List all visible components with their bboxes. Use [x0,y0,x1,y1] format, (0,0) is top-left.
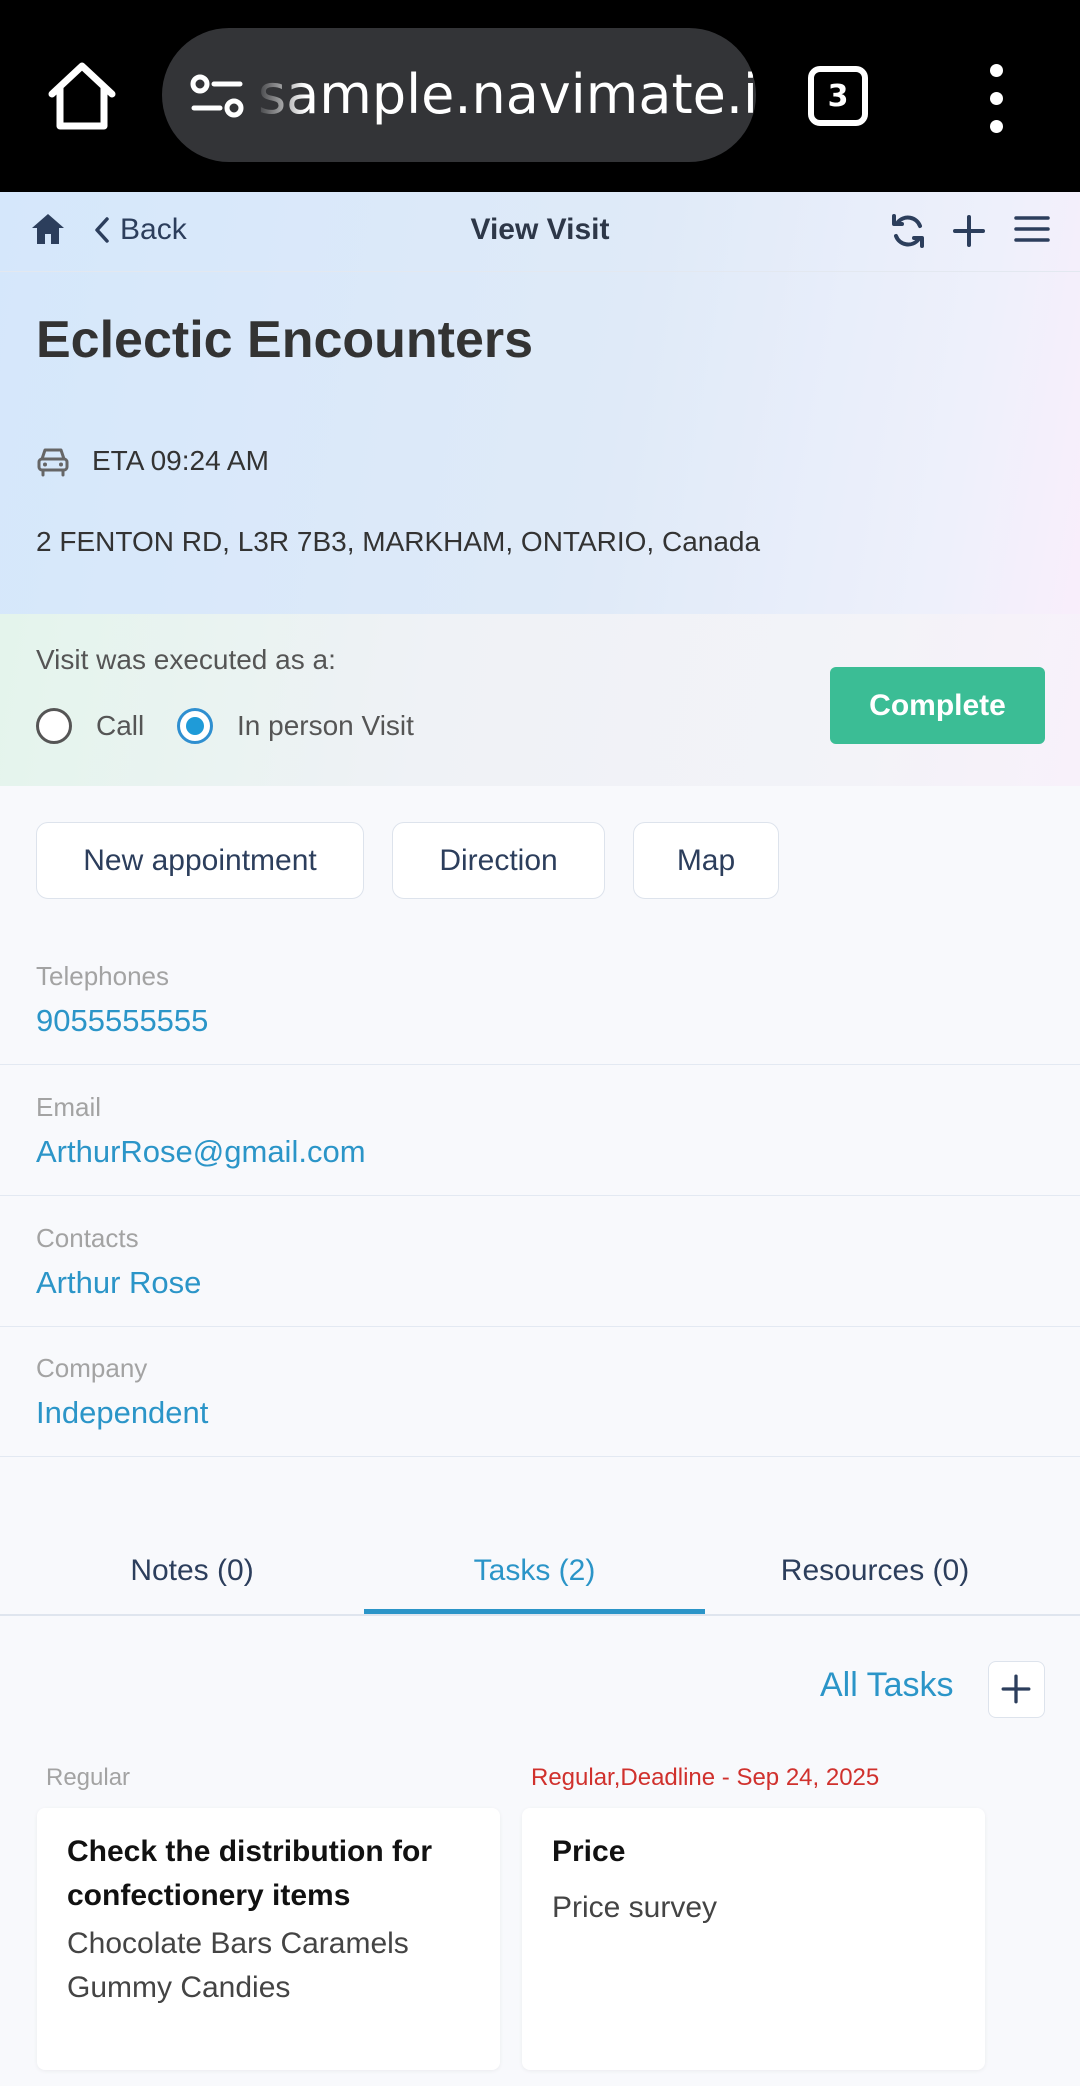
tab-notes[interactable]: Notes (0) [0,1546,384,1596]
contacts-field: Contacts Arthur Rose [0,1197,1080,1327]
task-card[interactable]: Price Price survey [522,1808,985,2070]
site-settings-icon[interactable] [190,72,246,120]
direction-button[interactable]: Direction [392,822,605,899]
radio-call-circle[interactable] [36,708,72,744]
back-label: Back [120,213,187,246]
field-label: Email [36,1092,102,1122]
all-tasks-link[interactable]: All Tasks [820,1666,954,1705]
url-fade [254,28,306,162]
map-button[interactable]: Map [633,822,779,899]
url-text[interactable]: sample.navimate.io [258,28,756,162]
back-button[interactable]: Back [92,208,187,252]
plus-icon [1001,1674,1031,1704]
visit-name: Eclectic Encounters [36,311,534,369]
task-card[interactable]: Check the distribution for confectionery… [37,1808,500,2070]
visit-address: 2 FENTON RD, L3R 7B3, MARKHAM, ONTARIO, … [36,526,761,557]
browser-home-icon[interactable] [44,58,120,134]
radio-in-person-visit[interactable]: In person Visit [177,706,414,746]
new-appointment-button[interactable]: New appointment [36,822,364,899]
radio-in-person-label: In person Visit [237,710,414,741]
task-meta: Regular [46,1764,131,1791]
company-link[interactable]: Independent [36,1395,208,1431]
eta-text: ETA 09:24 AM [92,445,269,476]
telephone-link[interactable]: 9055555555 [36,1003,208,1039]
radio-call[interactable]: Call [36,706,144,746]
field-label: Contacts [36,1223,139,1253]
browser-menu-icon[interactable] [984,64,1008,134]
task-description: Chocolate Bars Caramels Gummy Candies [67,1927,409,2004]
execution-label: Visit was executed as a: [36,644,336,675]
complete-button[interactable]: Complete [830,667,1045,744]
add-icon[interactable] [952,214,986,248]
hamburger-menu-icon[interactable] [1014,214,1050,244]
contact-link[interactable]: Arthur Rose [36,1265,201,1301]
add-task-button[interactable] [988,1661,1045,1718]
chevron-left-icon [95,217,109,243]
telephones-field: Telephones 9055555555 [0,935,1080,1065]
field-label: Company [36,1353,148,1383]
email-field: Email ArthurRose@gmail.com [0,1066,1080,1196]
task-meta-deadline: Regular,Deadline - Sep 24, 2025 [531,1764,880,1791]
radio-call-label: Call [96,710,145,741]
radio-in-person-circle[interactable] [177,708,213,744]
browser-toolbar: sample.navimate.io 3 [0,0,1080,192]
sync-icon[interactable] [890,212,926,250]
task-title: Check the distribution for confectionery… [67,1835,433,1912]
tab-bar: Notes (0) Tasks (2) Resources (0) [0,1530,1080,1616]
task-description: Price survey [552,1891,718,1924]
email-link[interactable]: ArthurRose@gmail.com [36,1134,366,1170]
company-field: Company Independent [0,1327,1080,1457]
tab-switcher-button[interactable]: 3 [808,66,868,126]
tab-resources[interactable]: Resources (0) [705,1546,1045,1596]
car-icon [37,448,69,477]
home-icon[interactable] [30,212,66,246]
field-label: Telephones [36,961,169,991]
page-title: View Visit [470,213,610,246]
task-title: Price [552,1835,626,1868]
tab-tasks[interactable]: Tasks (2) [364,1546,705,1596]
eta-row: ETA 09:24 AM [36,440,269,482]
app-header: Back View Visit [0,192,1080,272]
active-tab-indicator [364,1609,705,1614]
address-bar[interactable]: sample.navimate.io [162,28,756,162]
